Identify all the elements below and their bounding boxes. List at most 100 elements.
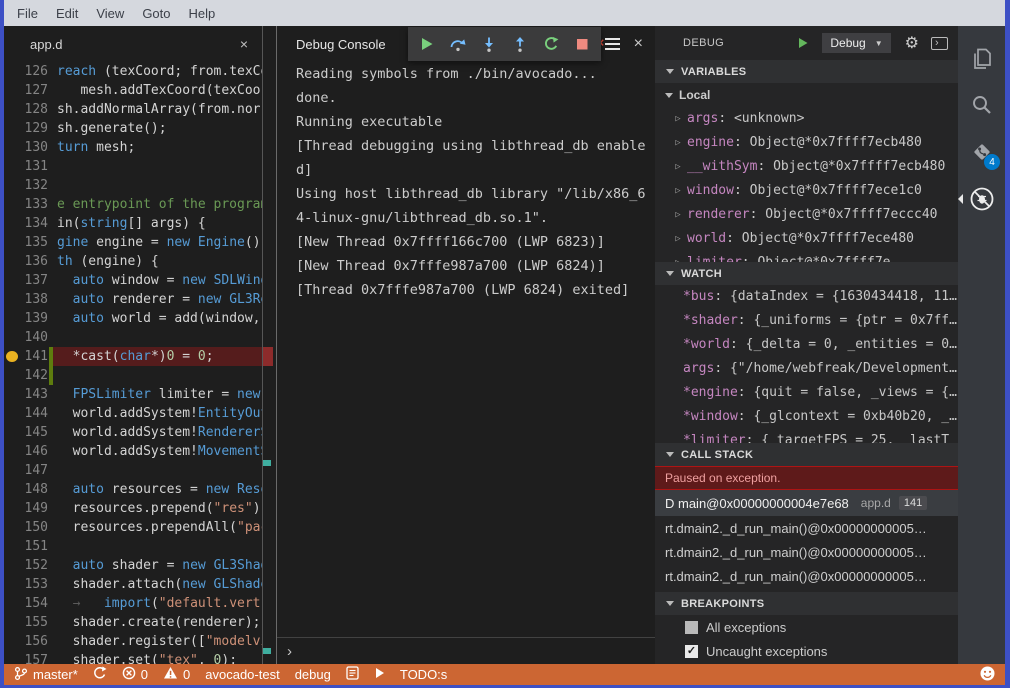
code-line[interactable]: 139 auto world = add(window, [4, 309, 262, 328]
status-git-branch[interactable]: master* [14, 666, 78, 684]
gutter-breakpoint-zone[interactable] [4, 233, 22, 252]
breakpoint-row[interactable]: ✓Uncaught exceptions [655, 639, 958, 663]
code-line[interactable]: 128sh.addNormalArray(from.nor [4, 100, 262, 119]
code-line[interactable]: 140 [4, 328, 262, 347]
gutter-breakpoint-zone[interactable] [4, 176, 22, 195]
code-line[interactable]: 149 resources.prepend("res") [4, 499, 262, 518]
gutter-breakpoint-zone[interactable] [4, 157, 22, 176]
status-errors[interactable]: 0 [122, 666, 148, 683]
status-todos[interactable]: TODO:s [400, 667, 447, 682]
step-out-button[interactable] [507, 31, 533, 57]
activitybar-source-control[interactable]: 4 [958, 128, 1005, 175]
stop-button[interactable] [569, 31, 595, 57]
step-over-button[interactable] [445, 31, 471, 57]
tab-app-d[interactable]: app.d × [4, 26, 262, 62]
menu-edit[interactable]: Edit [47, 6, 87, 21]
status-run-task[interactable] [374, 667, 385, 682]
code-line[interactable]: 127 mesh.addTexCoord(texCoor [4, 81, 262, 100]
status-sync[interactable] [93, 666, 107, 683]
status-warnings[interactable]: 0 [163, 666, 190, 683]
watch-row[interactable]: *bus: {dataIndex = {1630434418, 11… [655, 285, 958, 309]
panel-title-debug-console[interactable]: Debug Console [296, 37, 386, 52]
variable-row[interactable]: ▷limiter: Object@*0x7ffff7e... [655, 251, 958, 262]
code-line[interactable]: 143 FPSLimiter limiter = new [4, 385, 262, 404]
gutter-breakpoint-zone[interactable] [4, 138, 22, 157]
open-debug-console-icon[interactable]: › [931, 37, 948, 50]
watch-row[interactable]: *window: {_glcontext = 0xb40b20, _… [655, 405, 958, 429]
menu-goto[interactable]: Goto [133, 6, 179, 21]
start-debugging-button[interactable] [796, 36, 810, 50]
code-line[interactable]: 154 → import("default.vert [4, 594, 262, 613]
gutter-breakpoint-zone[interactable] [4, 195, 22, 214]
code-line[interactable]: 132 [4, 176, 262, 195]
code-line[interactable]: 153 shader.attach(new GLShader( [4, 575, 262, 594]
gutter-breakpoint-zone[interactable] [4, 290, 22, 309]
code-line[interactable]: 147 [4, 461, 262, 480]
clear-console-icon[interactable]: × [602, 37, 620, 51]
gutter-breakpoint-zone[interactable] [4, 119, 22, 138]
variable-row[interactable]: ▷args: <unknown> [655, 107, 958, 131]
console-repl-input[interactable]: › [277, 637, 655, 664]
editor-scrollbar[interactable] [262, 26, 277, 664]
code-line[interactable]: 146 world.addSystem!MovementSystem [4, 442, 262, 461]
code-line[interactable]: 131 [4, 157, 262, 176]
code-editor[interactable]: 126reach (texCoord; from.texCoo127 mesh.… [4, 62, 262, 664]
gutter-breakpoint-zone[interactable] [4, 404, 22, 423]
checkbox[interactable]: ✓ [685, 645, 698, 658]
menu-help[interactable]: Help [180, 6, 225, 21]
gutter-breakpoint-zone[interactable] [4, 480, 22, 499]
breakpoint-row[interactable]: All exceptions [655, 615, 958, 639]
code-line[interactable]: 156 shader.register(["modelvi [4, 632, 262, 651]
call-stack-frame[interactable]: rt.dmain2._d_run_main()@0x00000000005… [655, 564, 958, 588]
watch-row[interactable]: *engine: {quit = false, _views = {… [655, 381, 958, 405]
code-line[interactable]: 152 auto shader = new GL3ShaderP [4, 556, 262, 575]
code-line[interactable]: 133e entrypoint of the program [4, 195, 262, 214]
gutter-breakpoint-zone[interactable] [4, 366, 22, 385]
watch-row[interactable]: *world: {_delta = 0, _entities = 0… [655, 333, 958, 357]
code-line[interactable]: 148 auto resources = new Resource [4, 480, 262, 499]
code-line[interactable]: 142 [4, 366, 262, 385]
watch-row[interactable]: *shader: {_uniforms = {ptr = 0x7ff… [655, 309, 958, 333]
status-task-avocado-test[interactable]: avocado-test [205, 667, 279, 682]
gutter-breakpoint-zone[interactable] [4, 499, 22, 518]
gutter-breakpoint-zone[interactable] [4, 252, 22, 271]
activitybar-search[interactable] [958, 81, 1005, 128]
variable-row[interactable]: ▷world: Object@*0x7ffff7ece480 [655, 227, 958, 251]
section-header-call-stack[interactable]: CALL STACK [655, 443, 958, 466]
code-line[interactable]: 126reach (texCoord; from.texCoo [4, 62, 262, 81]
code-line[interactable]: 135gine engine = new Engine() [4, 233, 262, 252]
call-stack-frame[interactable]: D main@0x00000000004e7e68app.d141 [655, 490, 958, 516]
code-line[interactable]: 150 resources.prependAll("packs [4, 518, 262, 537]
activitybar-explorer[interactable] [958, 34, 1005, 81]
section-header-watch[interactable]: WATCH [655, 262, 958, 285]
code-line[interactable]: 137 auto window = new SDLWindow [4, 271, 262, 290]
gutter-breakpoint-zone[interactable] [4, 537, 22, 556]
gutter-breakpoint-zone[interactable] [4, 461, 22, 480]
gutter-breakpoint-zone[interactable] [4, 328, 22, 347]
code-line[interactable]: 136th (engine) { [4, 252, 262, 271]
gutter-breakpoint-zone[interactable] [4, 100, 22, 119]
section-header-variables[interactable]: VARIABLES [655, 60, 958, 83]
gutter-breakpoint-zone[interactable] [4, 556, 22, 575]
status-feedback[interactable] [980, 666, 995, 684]
scope-local[interactable]: Local [655, 83, 958, 107]
configure-gear-icon[interactable]: ⚙ [905, 33, 919, 53]
code-line[interactable]: 155 shader.create(renderer); [4, 613, 262, 632]
gutter-breakpoint-zone[interactable] [4, 214, 22, 233]
code-line[interactable]: 130turn mesh; [4, 138, 262, 157]
gutter-breakpoint-zone[interactable] [4, 81, 22, 100]
gutter-breakpoint-zone[interactable] [4, 594, 22, 613]
variable-row[interactable]: ▷window: Object@*0x7ffff7ece1c0 [655, 179, 958, 203]
continue-button[interactable] [414, 31, 440, 57]
watch-row[interactable]: *limiter: {_targetFPS = 25, _lastT [655, 429, 958, 443]
gutter-breakpoint-zone[interactable] [4, 385, 22, 404]
gutter-breakpoint-zone[interactable] [4, 309, 22, 328]
restart-button[interactable] [538, 31, 564, 57]
tab-close-icon[interactable]: × [240, 36, 248, 52]
activitybar-debug[interactable] [958, 175, 1005, 222]
checkbox[interactable] [685, 621, 698, 634]
variable-row[interactable]: ▷renderer: Object@*0x7ffff7eccc40 [655, 203, 958, 227]
variable-row[interactable]: ▷__withSym: Object@*0x7ffff7ecb480 [655, 155, 958, 179]
gutter-breakpoint-zone[interactable] [4, 632, 22, 651]
gutter-breakpoint-zone[interactable] [4, 347, 22, 366]
